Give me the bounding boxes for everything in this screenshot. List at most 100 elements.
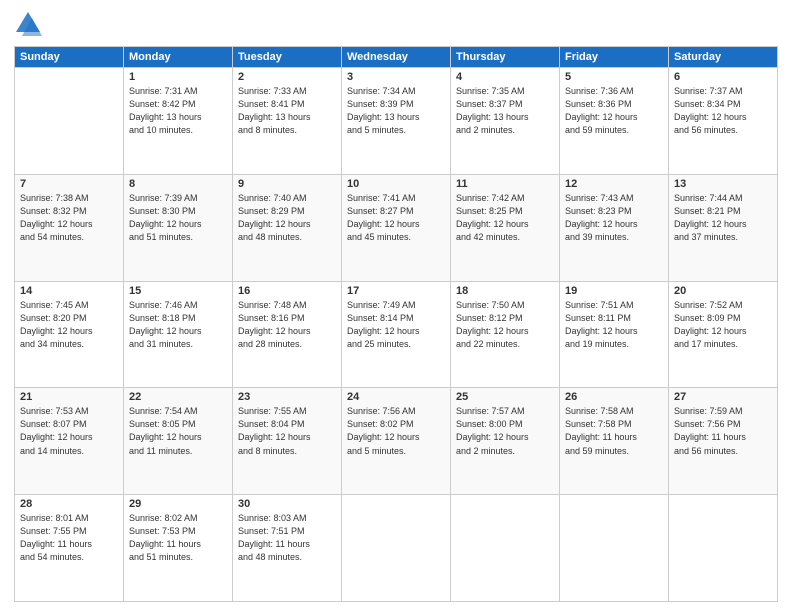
- day-number: 16: [238, 285, 336, 297]
- day-number: 19: [565, 285, 663, 297]
- calendar-table: SundayMondayTuesdayWednesdayThursdayFrid…: [14, 46, 778, 602]
- day-info: Sunrise: 7:38 AM Sunset: 8:32 PM Dayligh…: [20, 192, 118, 244]
- day-info: Sunrise: 7:35 AM Sunset: 8:37 PM Dayligh…: [456, 85, 554, 137]
- day-number: 28: [20, 498, 118, 510]
- day-info: Sunrise: 7:51 AM Sunset: 8:11 PM Dayligh…: [565, 299, 663, 351]
- calendar-cell: 4 Sunrise: 7:35 AM Sunset: 8:37 PM Daylig…: [451, 68, 560, 175]
- calendar-cell: 5 Sunrise: 7:36 AM Sunset: 8:36 PM Daylig…: [560, 68, 669, 175]
- calendar-cell: 10 Sunrise: 7:41 AM Sunset: 8:27 PM Dayli…: [342, 174, 451, 281]
- calendar-cell: 23Sunrise: 7:55 AM Sunset: 8:04 PM Dayli…: [233, 388, 342, 495]
- calendar-cell: 29 Sunrise: 8:02 AM Sunset: 7:53 PM Dayli…: [124, 495, 233, 602]
- day-number: 17: [347, 285, 445, 297]
- day-info: Sunrise: 8:01 AM Sunset: 7:55 PM Dayligh…: [20, 512, 118, 564]
- day-info: Sunrise: 7:45 AM Sunset: 8:20 PM Dayligh…: [20, 299, 118, 351]
- calendar-week-4: 21 Sunrise: 7:53 AM Sunset: 8:07 PM Dayli…: [15, 388, 778, 495]
- day-info: Sunrise: 7:50 AM Sunset: 8:12 PM Dayligh…: [456, 299, 554, 351]
- col-header-monday: Monday: [124, 47, 233, 68]
- day-info: Sunrise: 7:59 AM Sunset: 7:56 PM Dayligh…: [674, 405, 772, 457]
- calendar-cell: 19 Sunrise: 7:51 AM Sunset: 8:11 PM Dayli…: [560, 281, 669, 388]
- calendar-cell: 3Sunrise: 7:34 AM Sunset: 8:39 PM Daylig…: [342, 68, 451, 175]
- day-number: 24: [347, 391, 445, 403]
- calendar-cell: 27 Sunrise: 7:59 AM Sunset: 7:56 PM Dayli…: [669, 388, 778, 495]
- logo: [14, 10, 46, 38]
- day-info: Sunrise: 7:56 AM Sunset: 8:02 PM Dayligh…: [347, 405, 445, 457]
- day-info: Sunrise: 7:49 AM Sunset: 8:14 PM Dayligh…: [347, 299, 445, 351]
- day-number: 7: [20, 178, 118, 190]
- calendar-week-1: 1 Sunrise: 7:31 AM Sunset: 8:42 PM Daylig…: [15, 68, 778, 175]
- calendar-cell: 1 Sunrise: 7:31 AM Sunset: 8:42 PM Daylig…: [124, 68, 233, 175]
- calendar-cell: 18 Sunrise: 7:50 AM Sunset: 8:12 PM Dayli…: [451, 281, 560, 388]
- day-number: 30: [238, 498, 336, 510]
- logo-icon: [14, 10, 42, 38]
- calendar-cell: 25 Sunrise: 7:57 AM Sunset: 8:00 PM Dayli…: [451, 388, 560, 495]
- calendar-cell: 21 Sunrise: 7:53 AM Sunset: 8:07 PM Dayli…: [15, 388, 124, 495]
- col-header-thursday: Thursday: [451, 47, 560, 68]
- calendar-cell: [560, 495, 669, 602]
- day-number: 14: [20, 285, 118, 297]
- calendar-cell: 7 Sunrise: 7:38 AM Sunset: 8:32 PM Daylig…: [15, 174, 124, 281]
- day-number: 13: [674, 178, 772, 190]
- calendar-cell: 16Sunrise: 7:48 AM Sunset: 8:16 PM Dayli…: [233, 281, 342, 388]
- calendar-cell: 22 Sunrise: 7:54 AM Sunset: 8:05 PM Dayli…: [124, 388, 233, 495]
- calendar-cell: [451, 495, 560, 602]
- day-info: Sunrise: 7:43 AM Sunset: 8:23 PM Dayligh…: [565, 192, 663, 244]
- calendar-cell: 12 Sunrise: 7:43 AM Sunset: 8:23 PM Dayli…: [560, 174, 669, 281]
- day-info: Sunrise: 7:57 AM Sunset: 8:00 PM Dayligh…: [456, 405, 554, 457]
- day-number: 4: [456, 71, 554, 83]
- day-number: 25: [456, 391, 554, 403]
- day-number: 21: [20, 391, 118, 403]
- day-number: 1: [129, 71, 227, 83]
- day-number: 20: [674, 285, 772, 297]
- col-header-tuesday: Tuesday: [233, 47, 342, 68]
- calendar-cell: 17 Sunrise: 7:49 AM Sunset: 8:14 PM Dayli…: [342, 281, 451, 388]
- calendar-cell: 30 Sunrise: 8:03 AM Sunset: 7:51 PM Dayli…: [233, 495, 342, 602]
- calendar-cell: 28 Sunrise: 8:01 AM Sunset: 7:55 PM Dayli…: [15, 495, 124, 602]
- day-info: Sunrise: 7:53 AM Sunset: 8:07 PM Dayligh…: [20, 405, 118, 457]
- calendar-cell: 15 Sunrise: 7:46 AM Sunset: 8:18 PM Dayli…: [124, 281, 233, 388]
- calendar-cell: 20 Sunrise: 7:52 AM Sunset: 8:09 PM Dayli…: [669, 281, 778, 388]
- calendar-week-3: 14 Sunrise: 7:45 AM Sunset: 8:20 PM Dayli…: [15, 281, 778, 388]
- day-number: 29: [129, 498, 227, 510]
- day-info: Sunrise: 7:42 AM Sunset: 8:25 PM Dayligh…: [456, 192, 554, 244]
- day-info: Sunrise: 7:34 AM Sunset: 8:39 PM Dayligh…: [347, 85, 445, 137]
- day-info: Sunrise: 7:31 AM Sunset: 8:42 PM Dayligh…: [129, 85, 227, 137]
- day-number: 9: [238, 178, 336, 190]
- day-info: Sunrise: 8:02 AM Sunset: 7:53 PM Dayligh…: [129, 512, 227, 564]
- day-number: 27: [674, 391, 772, 403]
- day-info: Sunrise: 7:52 AM Sunset: 8:09 PM Dayligh…: [674, 299, 772, 351]
- day-info: Sunrise: 7:46 AM Sunset: 8:18 PM Dayligh…: [129, 299, 227, 351]
- day-info: Sunrise: 7:41 AM Sunset: 8:27 PM Dayligh…: [347, 192, 445, 244]
- calendar-week-2: 7 Sunrise: 7:38 AM Sunset: 8:32 PM Daylig…: [15, 174, 778, 281]
- day-info: Sunrise: 7:40 AM Sunset: 8:29 PM Dayligh…: [238, 192, 336, 244]
- day-number: 10: [347, 178, 445, 190]
- day-info: Sunrise: 7:36 AM Sunset: 8:36 PM Dayligh…: [565, 85, 663, 137]
- day-number: 12: [565, 178, 663, 190]
- day-info: Sunrise: 7:55 AM Sunset: 8:04 PM Dayligh…: [238, 405, 336, 457]
- day-number: 18: [456, 285, 554, 297]
- calendar-cell: 9 Sunrise: 7:40 AM Sunset: 8:29 PM Daylig…: [233, 174, 342, 281]
- calendar-cell: 26Sunrise: 7:58 AM Sunset: 7:58 PM Dayli…: [560, 388, 669, 495]
- day-info: Sunrise: 7:37 AM Sunset: 8:34 PM Dayligh…: [674, 85, 772, 137]
- calendar-cell: 14 Sunrise: 7:45 AM Sunset: 8:20 PM Dayli…: [15, 281, 124, 388]
- calendar-cell: [342, 495, 451, 602]
- day-number: 22: [129, 391, 227, 403]
- col-header-friday: Friday: [560, 47, 669, 68]
- calendar-cell: 6 Sunrise: 7:37 AM Sunset: 8:34 PM Daylig…: [669, 68, 778, 175]
- calendar-cell: 13Sunrise: 7:44 AM Sunset: 8:21 PM Dayli…: [669, 174, 778, 281]
- calendar-cell: 2 Sunrise: 7:33 AM Sunset: 8:41 PM Daylig…: [233, 68, 342, 175]
- col-header-wednesday: Wednesday: [342, 47, 451, 68]
- day-info: Sunrise: 8:03 AM Sunset: 7:51 PM Dayligh…: [238, 512, 336, 564]
- col-header-saturday: Saturday: [669, 47, 778, 68]
- day-number: 26: [565, 391, 663, 403]
- day-number: 15: [129, 285, 227, 297]
- calendar-cell: 24 Sunrise: 7:56 AM Sunset: 8:02 PM Dayli…: [342, 388, 451, 495]
- day-info: Sunrise: 7:54 AM Sunset: 8:05 PM Dayligh…: [129, 405, 227, 457]
- day-number: 2: [238, 71, 336, 83]
- calendar-cell: [15, 68, 124, 175]
- day-number: 5: [565, 71, 663, 83]
- calendar-cell: 8Sunrise: 7:39 AM Sunset: 8:30 PM Daylig…: [124, 174, 233, 281]
- day-number: 8: [129, 178, 227, 190]
- day-number: 11: [456, 178, 554, 190]
- day-number: 6: [674, 71, 772, 83]
- day-info: Sunrise: 7:33 AM Sunset: 8:41 PM Dayligh…: [238, 85, 336, 137]
